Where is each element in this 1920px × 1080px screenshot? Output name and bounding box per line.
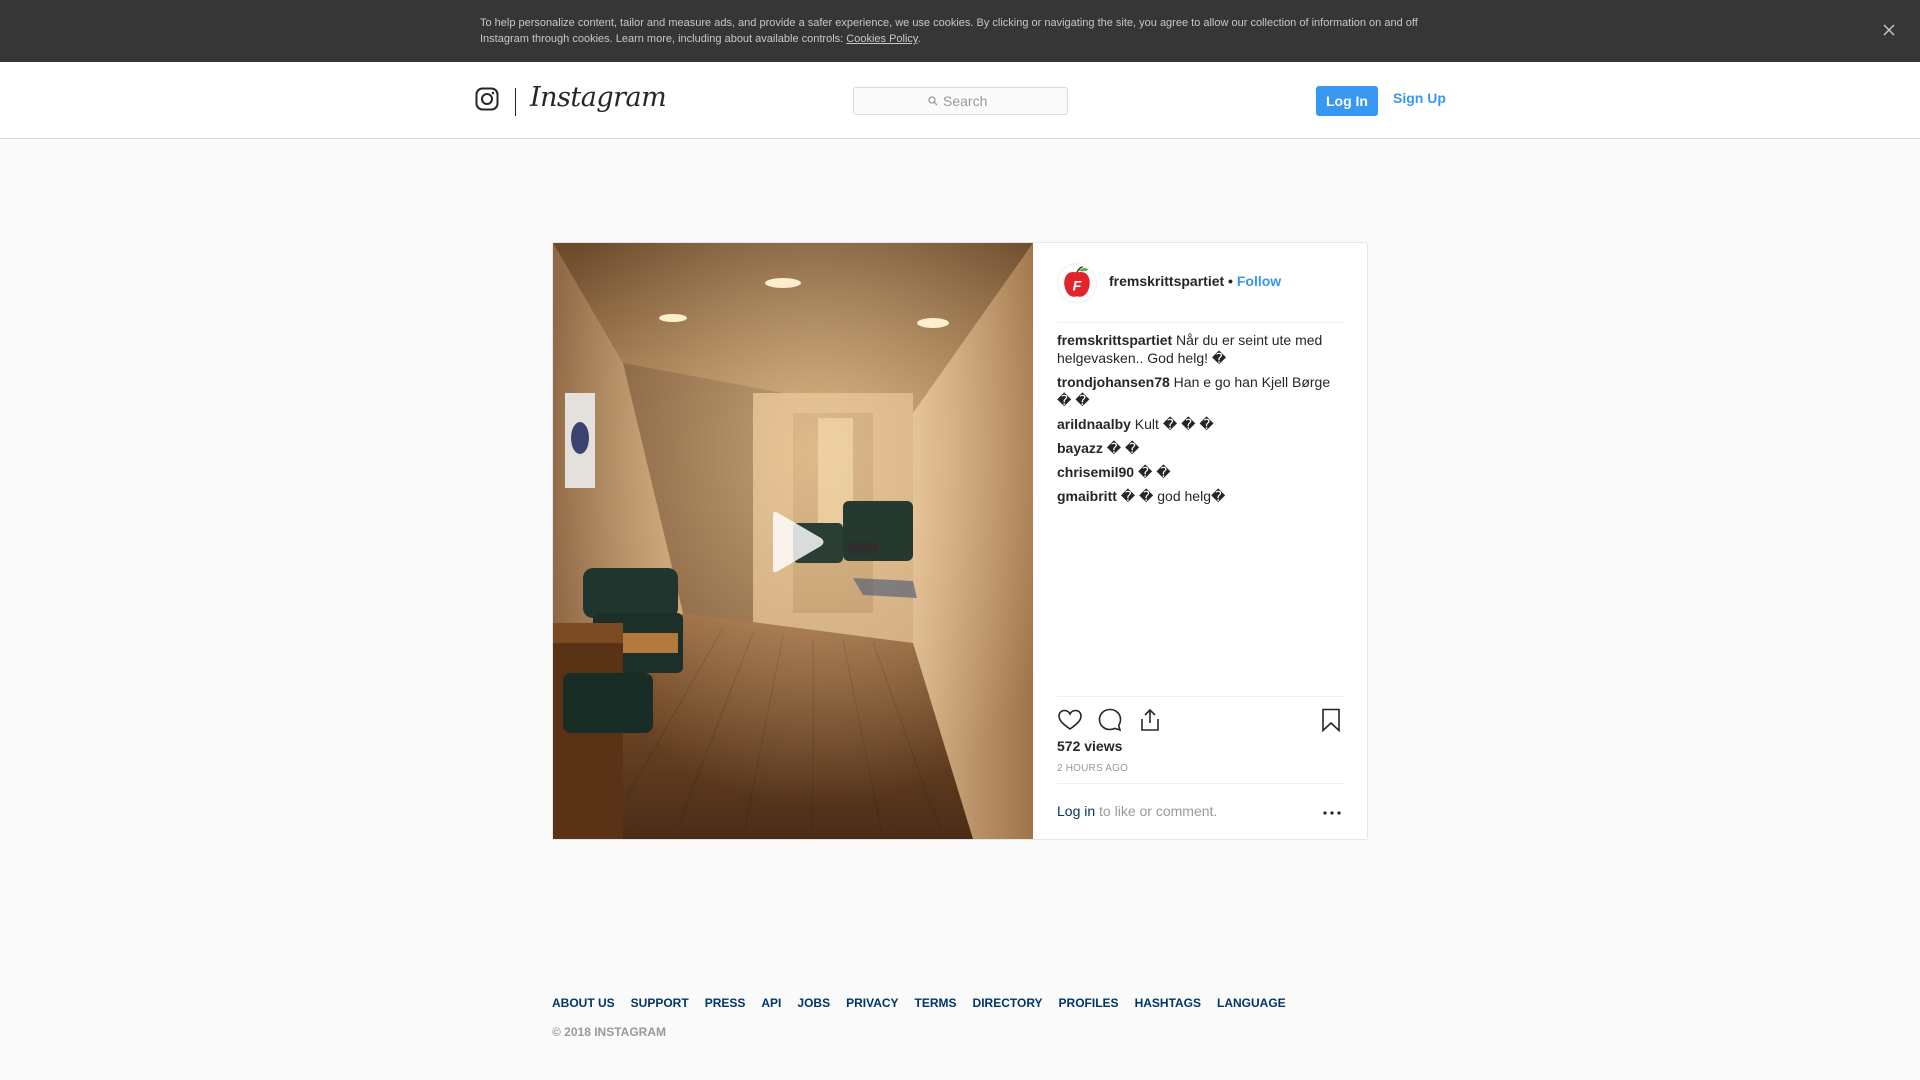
login-line: Log in to like or comment. [1057,803,1217,819]
footer-link-profiles[interactable]: PROFILES [1059,996,1119,1010]
instagram-logo-icon[interactable] [475,87,499,111]
comment-item: chrisemil90 � � [1057,463,1347,481]
comment-user[interactable]: bayazz [1057,440,1103,456]
share-icon[interactable] [1137,707,1163,733]
footer-link-privacy[interactable]: PRIVACY [846,996,898,1010]
login-prompt: Log in to like or comment. [1057,783,1344,839]
comment-user[interactable]: gmaibritt [1057,488,1117,504]
footer-link-directory[interactable]: DIRECTORY [973,996,1043,1010]
comment-text: � � [1102,440,1140,456]
cookie-banner: To help personalize content, tailor and … [0,0,1920,62]
login-button[interactable]: Log In [1316,86,1378,116]
logo-divider [515,88,516,116]
post-author: fremskrittspartiet • Follow [1109,273,1281,289]
footer-link-language[interactable]: LANGUAGE [1217,996,1286,1010]
search-icon [928,96,938,106]
comment-user[interactable]: fremskrittspartiet [1057,332,1172,348]
post-video[interactable] [553,243,1033,839]
cookie-text-end: . [917,33,921,45]
comment-item: trondjohansen78 Han e go han Kjell Børge… [1057,373,1347,409]
post-timestamp[interactable]: 2 hours ago [1057,763,1128,774]
footer-link-support[interactable]: SUPPORT [631,996,689,1010]
footer-link-terms[interactable]: TERMS [915,996,957,1010]
comment-text: Kult � � � [1130,416,1214,432]
comment-item: arildnaalby Kult � � � [1057,415,1347,433]
footer-link-hashtags[interactable]: HASHTAGS [1135,996,1201,1010]
cookies-policy-link[interactable]: Cookies Policy [846,33,917,45]
search-input[interactable] [943,93,993,109]
comment-user[interactable]: trondjohansen78 [1057,374,1170,390]
comment-list: fremskrittspartiet Når du er seint ute m… [1057,331,1347,511]
play-icon[interactable] [759,507,829,577]
bookmark-icon[interactable] [1318,707,1344,733]
cookie-close-button[interactable] [1872,13,1906,47]
instagram-wordmark[interactable]: Instagram [530,82,667,113]
cookie-message: To help personalize content, tailor and … [480,15,1440,47]
comment-item: fremskrittspartiet Når du er seint ute m… [1057,331,1347,367]
comment-item: gmaibritt � � god helg� [1057,487,1347,505]
search-box[interactable] [853,87,1068,115]
post-header: F fremskrittspartiet • Follow [1057,263,1344,323]
comment-text: � � god helg� [1116,488,1226,504]
comment-item: bayazz � � [1057,439,1347,457]
login-link[interactable]: Log in [1057,803,1095,819]
footer-link-press[interactable]: PRESS [705,996,746,1010]
heart-icon[interactable] [1057,707,1083,733]
more-icon[interactable] [1320,800,1344,824]
post-sidebar: F fremskrittspartiet • Follow fremskritt… [1033,243,1368,839]
header-separator: • [1224,273,1237,289]
cookie-text: To help personalize content, tailor and … [480,17,1418,45]
top-nav: Instagram Log In Sign Up [0,62,1920,139]
post-card: F fremskrittspartiet • Follow fremskritt… [552,242,1368,840]
comment-text: � � [1134,464,1171,480]
footer-link-about[interactable]: ABOUT US [552,996,615,1010]
copyright: © 2018 INSTAGRAM [552,1025,666,1039]
comment-user[interactable]: chrisemil90 [1057,464,1134,480]
party-logo-icon: F [1064,266,1090,297]
follow-button[interactable]: Follow [1237,273,1281,289]
post-actions [1057,696,1344,736]
post-username[interactable]: fremskrittspartiet [1109,273,1224,289]
svg-text:F: F [1073,279,1083,295]
login-rest: to like or comment. [1095,803,1218,819]
comment-user[interactable]: arildnaalby [1057,416,1131,432]
comment-icon[interactable] [1097,707,1123,733]
signup-link[interactable]: Sign Up [1393,90,1446,106]
view-count: 572 views [1057,738,1123,754]
avatar[interactable]: F [1057,263,1097,303]
close-icon [1883,24,1895,36]
footer-link-api[interactable]: API [761,996,781,1010]
footer-link-jobs[interactable]: JOBS [797,996,830,1010]
footer-links: ABOUT US SUPPORT PRESS API JOBS PRIVACY … [552,996,1286,1010]
